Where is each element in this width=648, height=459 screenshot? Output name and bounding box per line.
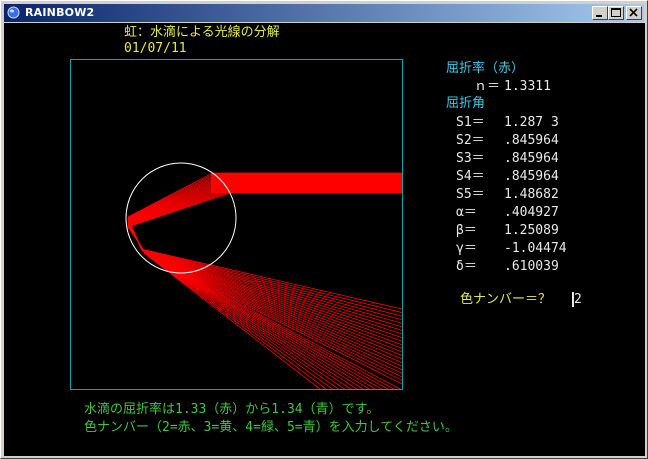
angle-value: -1.04474 — [504, 241, 567, 256]
outgoing-ray — [145, 253, 403, 367]
app-window: RAINBOW2 虹：水滴による光線の分解 01/07/11 屈折率（赤） ｎ＝… — [0, 0, 648, 459]
outgoing-ray — [143, 252, 358, 390]
angle-value: .404927 — [504, 205, 559, 220]
footer-line-2: 色ナンバー（2=赤、3=黄、4=緑、5=青）を入力してください。 — [84, 420, 458, 435]
refracted-ray — [127, 185, 226, 224]
close-icon — [629, 8, 638, 17]
incoming-light-band — [211, 173, 402, 193]
color-number-input[interactable]: 2 — [574, 292, 582, 307]
diagram-frame — [70, 59, 403, 390]
globe-icon — [7, 6, 20, 19]
maximize-icon — [611, 8, 621, 17]
light-rays — [127, 172, 403, 390]
outgoing-ray — [141, 249, 403, 317]
n-label: ｎ＝ — [474, 79, 501, 94]
angle-value: 1.25089 — [504, 223, 559, 238]
angle-value: .610039 — [504, 259, 559, 274]
refracted-ray — [127, 182, 224, 223]
angle-name: β＝ — [456, 223, 477, 238]
angle-value: .845964 — [504, 151, 559, 166]
rainbow-diagram — [70, 59, 403, 390]
outgoing-ray — [143, 252, 364, 390]
window-title: RAINBOW2 — [25, 6, 95, 19]
angle-name: S3＝ — [456, 151, 485, 166]
n-value: 1.3311 — [504, 79, 551, 94]
outgoing-ray — [142, 249, 403, 324]
close-button[interactable] — [626, 6, 642, 20]
angle-name: S2＝ — [456, 133, 485, 148]
outgoing-ray — [145, 253, 403, 371]
angle-name: α＝ — [456, 205, 477, 220]
outgoing-ray — [146, 254, 403, 381]
outgoing-ray — [143, 251, 403, 342]
angles-label: 屈折角 — [446, 96, 486, 111]
refracted-ray — [127, 184, 225, 224]
outgoing-ray — [146, 254, 403, 385]
angle-name: δ＝ — [456, 259, 477, 274]
footer-line-1: 水滴の屈折率は1.33（赤）から1.34（青）です。 — [84, 402, 380, 417]
outgoing-ray — [145, 253, 403, 374]
outgoing-ray — [143, 252, 345, 390]
refracted-ray — [127, 183, 224, 223]
minimize-button[interactable] — [592, 6, 608, 20]
title-bar[interactable]: RAINBOW2 — [4, 4, 644, 22]
outgoing-ray — [144, 252, 403, 353]
minimize-icon — [596, 15, 602, 17]
angle-value: 1.48682 — [504, 187, 559, 202]
color-number-prompt: 色ナンバー＝？ — [460, 292, 552, 307]
angle-name: γ＝ — [456, 241, 477, 256]
text-cursor — [572, 292, 574, 307]
client-area: 虹：水滴による光線の分解 01/07/11 屈折率（赤） ｎ＝ 1.3311 屈… — [4, 23, 645, 456]
outgoing-ray — [144, 252, 403, 356]
outgoing-ray — [142, 250, 403, 328]
angle-value: .845964 — [504, 133, 559, 148]
angle-value: 1.287 3 — [504, 115, 559, 130]
angle-name: S5＝ — [456, 187, 485, 202]
refraction-label: 屈折率（赤） — [446, 61, 525, 76]
angle-name: S4＝ — [456, 169, 485, 184]
header-date: 01/07/11 — [124, 41, 187, 56]
angle-name: S1＝ — [456, 115, 485, 130]
maximize-button[interactable] — [608, 6, 624, 20]
header-title: 虹：水滴による光線の分解 — [124, 25, 280, 40]
angle-value: .845964 — [504, 169, 559, 184]
refracted-ray — [127, 181, 223, 222]
